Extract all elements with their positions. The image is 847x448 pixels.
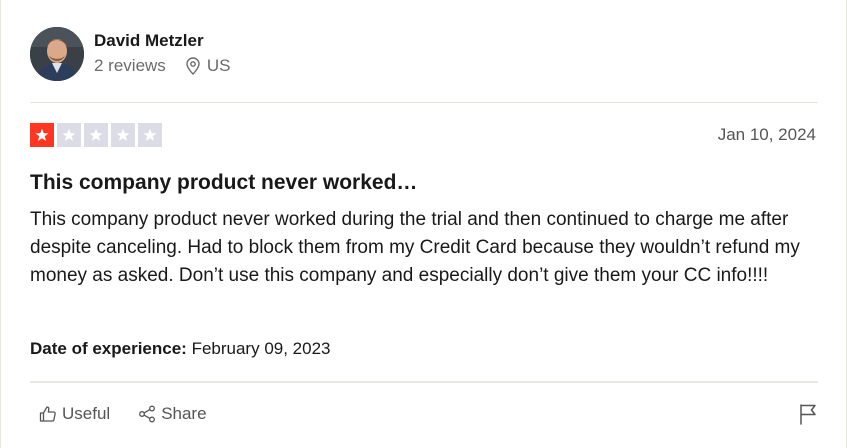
- reviewer-header: David Metzler 2 reviews US: [30, 27, 230, 81]
- star-icon: [30, 123, 54, 147]
- reviewer-name[interactable]: David Metzler: [94, 29, 230, 53]
- footer-divider: [30, 381, 818, 383]
- share-label: Share: [161, 404, 207, 423]
- experience-label: Date of experience:: [30, 339, 187, 358]
- reviewer-info: David Metzler 2 reviews US: [94, 31, 230, 77]
- star-icon: [111, 123, 135, 147]
- flag-icon: [798, 403, 818, 425]
- date-of-experience: Date of experience: February 09, 2023: [30, 338, 331, 360]
- experience-date: February 09, 2023: [186, 339, 331, 358]
- star-icon: [57, 123, 81, 147]
- avatar[interactable]: [30, 27, 84, 81]
- share-icon: [138, 405, 161, 423]
- share-button[interactable]: Share: [138, 403, 207, 425]
- reviewer-meta: 2 reviews US: [94, 55, 230, 77]
- reviewer-location: US: [186, 55, 231, 77]
- location-pin-icon: [186, 57, 207, 75]
- useful-label: Useful: [62, 404, 111, 423]
- review-card: David Metzler 2 reviews US Jan 10, 2024 …: [0, 0, 847, 448]
- report-button[interactable]: [798, 403, 818, 425]
- review-count: 2 reviews: [94, 56, 166, 75]
- star-icon: [138, 123, 162, 147]
- review-date: Jan 10, 2024: [717, 125, 816, 144]
- country-label: US: [206, 56, 231, 75]
- star-icon: [84, 123, 108, 147]
- star-rating: [30, 123, 165, 147]
- header-divider: [30, 102, 818, 103]
- thumbs-up-icon: [39, 405, 62, 423]
- useful-button[interactable]: Useful: [39, 403, 110, 425]
- review-body: This company product never worked during…: [30, 209, 800, 286]
- review-title[interactable]: This company product never worked…: [30, 170, 417, 196]
- review-actions: Useful Share: [39, 403, 235, 425]
